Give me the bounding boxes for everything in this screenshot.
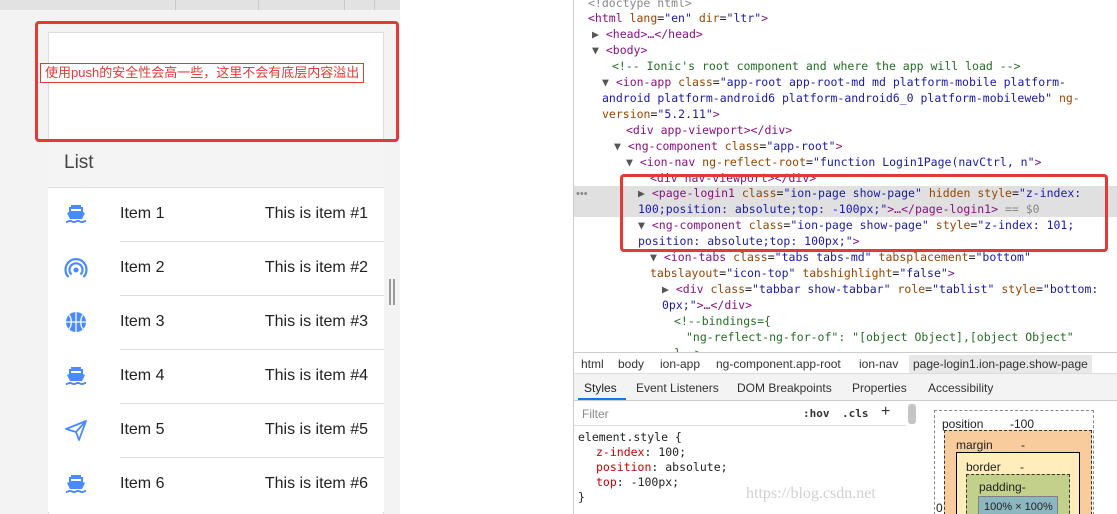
tab-properties[interactable]: Properties xyxy=(852,381,907,395)
dom-line[interactable]: <div app-viewport></div> xyxy=(574,123,1117,139)
device-emulator-pane: List Item 1 This is item #1 Item 2 This … xyxy=(0,0,400,514)
dom-line[interactable]: 0px;">…</div> xyxy=(574,298,1117,314)
item-note: This is item #5 xyxy=(264,421,368,438)
dom-line[interactable]: "ng-reflect-ng-for-of": "[object Object]… xyxy=(574,330,1117,346)
annotation-label: 使用push的安全性会高一些，这里不会有底层内容溢出 xyxy=(40,63,365,83)
breadcrumb: html body ion-app ng-component.app-root … xyxy=(574,352,1117,374)
tab-styles[interactable]: Styles xyxy=(584,381,617,395)
list-item[interactable]: Item 3 This is item #3 xyxy=(48,296,384,350)
style-rule[interactable]: position: absolute; xyxy=(596,460,728,475)
dom-line[interactable]: <!-- Ionic's root component and where th… xyxy=(574,59,1117,75)
new-rule-button[interactable]: + xyxy=(881,403,890,421)
item-title: Item 2 xyxy=(120,259,165,276)
item-title: Item 6 xyxy=(120,475,165,492)
margin-value[interactable]: - xyxy=(1021,438,1025,452)
class-toggle-button[interactable]: .cls xyxy=(842,407,869,420)
list-item[interactable]: Item 4 This is item #4 xyxy=(48,350,384,404)
dom-line[interactable]: ▼ <ng-component class="app-root"> xyxy=(574,139,1117,155)
left-value[interactable]: 0 xyxy=(936,501,943,514)
list-title: List xyxy=(64,152,94,173)
device-toolbar xyxy=(0,0,400,10)
breadcrumb-item[interactable]: html xyxy=(581,357,604,371)
style-rule[interactable]: top: -100px; xyxy=(596,475,679,490)
dom-line[interactable]: ▼ <ion-app class="app-root app-root-md m… xyxy=(574,75,1117,91)
margin-label: margin xyxy=(956,438,993,452)
item-note: This is item #4 xyxy=(264,367,368,384)
style-rule[interactable]: z-index: 100; xyxy=(596,445,686,460)
dom-line[interactable]: ▼ <ion-tabs class="tabs tabs-md" tabspla… xyxy=(574,250,1117,266)
styles-filter-bar: Filter :hov .cls + xyxy=(574,402,906,426)
list-item[interactable]: Item 2 This is item #2 xyxy=(48,242,384,296)
item-title: Item 1 xyxy=(120,205,165,222)
dom-line[interactable]: version="5.2.11"> xyxy=(574,107,1117,123)
list-item[interactable]: Item 5 This is item #5 xyxy=(48,404,384,458)
dom-line[interactable]: <html lang="en" dir="ltr"> xyxy=(574,11,1117,27)
highlight-box-devtools xyxy=(620,174,1108,252)
list-item[interactable]: Item 1 This is item #1 xyxy=(48,188,384,242)
style-selector: element.style { xyxy=(578,430,682,444)
tab-accessibility[interactable]: Accessibility xyxy=(928,381,993,395)
dom-line[interactable]: ▼ <ion-nav ng-reflect-root="function Log… xyxy=(574,155,1117,171)
paper-plane-icon xyxy=(65,420,87,441)
box-model-diagram: position -100 margin - border - padding-… xyxy=(924,404,1117,514)
active-tab-indicator xyxy=(578,398,626,400)
pane-resize-handle[interactable] xyxy=(389,279,395,305)
item-note: This is item #6 xyxy=(264,475,368,492)
basketball-icon xyxy=(66,312,86,332)
tab-event-listeners[interactable]: Event Listeners xyxy=(636,381,719,395)
expand-arrow-icon[interactable]: ▶ xyxy=(662,282,676,296)
wifi-icon xyxy=(64,258,88,278)
dom-line[interactable]: ▼ <body> xyxy=(574,43,1117,59)
item-title: Item 4 xyxy=(120,367,165,384)
position-label: position xyxy=(942,417,984,431)
breadcrumb-item-active[interactable]: page-login1.ion-page.show-page xyxy=(909,355,1092,373)
content-size[interactable]: 100% × 100% xyxy=(984,501,1053,513)
list-header: List xyxy=(48,142,384,188)
dom-line[interactable]: <!--bindings={ xyxy=(574,314,1117,330)
watermark: https://blog.csdn.net xyxy=(746,485,876,502)
boat-icon xyxy=(66,475,86,493)
item-title: Item 5 xyxy=(120,421,165,438)
boat-icon xyxy=(66,205,86,223)
border-value[interactable]: - xyxy=(1020,460,1024,474)
collapse-arrow-icon[interactable]: ▼ xyxy=(614,139,628,153)
dom-line[interactable]: ▶ <head>…</head> xyxy=(574,27,1117,43)
breadcrumb-item[interactable]: body xyxy=(618,357,644,371)
devtools-pane: <!doctype html> <html lang="en" dir="ltr… xyxy=(573,0,1117,514)
item-title: Item 3 xyxy=(120,313,165,330)
devtools-tabs: Styles Event Listeners DOM Breakpoints P… xyxy=(574,374,1117,401)
position-value[interactable]: -100 xyxy=(1010,417,1034,431)
expand-arrow-icon[interactable]: ▶ xyxy=(592,27,606,41)
border-label: border xyxy=(966,460,1001,474)
collapse-arrow-icon[interactable]: ▼ xyxy=(650,250,664,264)
item-note: This is item #2 xyxy=(264,259,368,276)
styles-scrollbar[interactable] xyxy=(908,404,916,424)
breadcrumb-item[interactable]: ion-nav xyxy=(859,357,898,371)
tab-dom-breakpoints[interactable]: DOM Breakpoints xyxy=(737,381,832,395)
breadcrumb-item[interactable]: ng-component.app-root xyxy=(716,357,841,371)
breadcrumb-item[interactable]: ion-app xyxy=(660,357,700,371)
collapse-arrow-icon[interactable]: ▼ xyxy=(602,75,616,89)
dom-line[interactable]: ▶ <div class="tabbar show-tabbar" role="… xyxy=(574,282,1117,298)
padding-label: padding- xyxy=(979,480,1026,494)
item-note: This is item #3 xyxy=(264,313,368,330)
item-note: This is item #1 xyxy=(264,205,368,222)
collapse-arrow-icon[interactable]: ▼ xyxy=(592,43,606,57)
filter-input[interactable]: Filter xyxy=(582,407,609,421)
list-item[interactable]: Item 6 This is item #6 xyxy=(48,458,384,512)
hover-state-button[interactable]: :hov xyxy=(803,407,830,420)
more-icon[interactable]: ••• xyxy=(576,188,588,200)
dom-line[interactable]: tabslayout="icon-top" tabshighlight="fal… xyxy=(574,266,1117,282)
dom-line[interactable]: android platform-android6 platform-andro… xyxy=(574,91,1117,107)
style-close: } xyxy=(578,490,585,504)
boat-icon xyxy=(66,367,86,385)
collapse-arrow-icon[interactable]: ▼ xyxy=(626,155,640,169)
